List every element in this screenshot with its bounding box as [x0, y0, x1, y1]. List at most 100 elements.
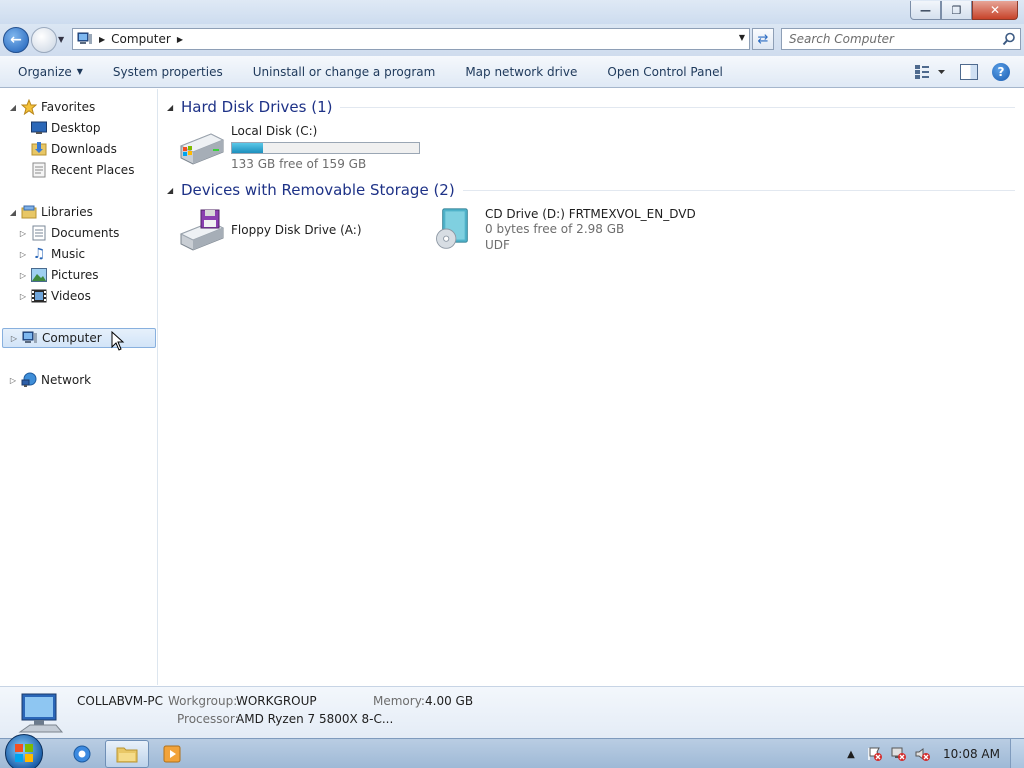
drive-name: CD Drive (D:) FRTMEXVOL_EN_DVD	[485, 207, 696, 221]
help-icon[interactable]: ?	[992, 63, 1010, 81]
address-bar[interactable]: ▶ Computer ▶ ▼	[72, 28, 750, 50]
address-dropdown-icon[interactable]: ▼	[739, 33, 745, 42]
restore-button[interactable]: ❐	[941, 1, 972, 20]
collapsed-arrow-icon[interactable]: ▷	[18, 292, 28, 301]
caption-buttons: — ❐ ✕	[910, 1, 1018, 20]
organize-button[interactable]: Organize ▼	[0, 56, 98, 88]
taskbar-clock[interactable]: 10:08 AM	[935, 747, 1010, 761]
network-status-icon[interactable]	[887, 739, 911, 768]
collapse-group-icon[interactable]: ◢	[167, 103, 181, 112]
organize-label: Organize	[18, 64, 72, 79]
processor-value: AMD Ryzen 7 5800X 8-C...	[236, 712, 394, 726]
workgroup-value: WORKGROUP	[236, 694, 317, 708]
drive-cd-d[interactable]: CD Drive (D:) FRTMEXVOL_EN_DVD 0 bytes f…	[431, 207, 696, 253]
group-header-hard-disk-drives[interactable]: ◢ Hard Disk Drives (1)	[167, 98, 1015, 116]
star-icon	[21, 99, 37, 115]
system-properties-button[interactable]: System properties	[98, 56, 238, 88]
show-desktop-button[interactable]	[1010, 739, 1024, 768]
chevron-up-icon: ▲	[847, 748, 855, 760]
nav-item-videos[interactable]: ▷ Videos	[18, 286, 91, 306]
memory-label: Memory:	[373, 694, 425, 708]
drive-name: Floppy Disk Drive (A:)	[231, 223, 362, 237]
cd-drive-icon	[436, 208, 468, 249]
restore-icon: ❐	[951, 3, 962, 17]
recent-pages-dropdown[interactable]: ▼	[58, 35, 64, 44]
nav-item-downloads[interactable]: Downloads	[28, 139, 117, 159]
downloads-folder-icon	[31, 141, 47, 157]
nav-item-favorites[interactable]: ◢ Favorites	[0, 97, 95, 117]
collapsed-arrow-icon[interactable]: ▷	[8, 376, 18, 385]
action-center-icon[interactable]	[863, 739, 887, 768]
drive-name: Local Disk (C:)	[231, 124, 318, 138]
nav-item-desktop[interactable]: Desktop	[28, 118, 101, 138]
drive-file-system: UDF	[485, 238, 510, 252]
drive-floppy-a[interactable]: Floppy Disk Drive (A:)	[177, 208, 362, 252]
change-view-button[interactable]	[914, 62, 946, 82]
network-icon	[21, 372, 37, 388]
computer-icon	[22, 330, 38, 346]
group-title: Hard Disk Drives (1)	[181, 98, 333, 116]
taskbar-explorer[interactable]	[105, 740, 149, 768]
chevron-down-icon: ▼	[76, 67, 83, 76]
search-icon[interactable]	[1002, 32, 1016, 46]
navigation-pane: ◢ Favorites Desktop Downloads Recent Pla…	[0, 89, 158, 685]
nav-label-favorites: Favorites	[41, 100, 96, 114]
show-hidden-icons-button[interactable]: ▲	[839, 739, 863, 768]
computer-icon	[77, 32, 92, 44]
forward-button[interactable]	[31, 27, 57, 53]
nav-item-documents[interactable]: ▷ Documents	[18, 223, 119, 243]
nav-item-network[interactable]: ▷ Network	[0, 370, 91, 390]
nav-item-libraries[interactable]: ◢ Libraries	[0, 202, 93, 222]
drive-free-space: 133 GB free of 159 GB	[231, 157, 367, 171]
music-icon: ♫	[32, 246, 46, 262]
computer-icon	[18, 693, 64, 733]
drive-local-disk-c[interactable]: Local Disk (C:) 133 GB free of 159 GB	[177, 124, 420, 172]
nav-item-computer[interactable]: ▷ Computer	[2, 328, 156, 348]
open-control-panel-button[interactable]: Open Control Panel	[592, 56, 737, 88]
browser-icon	[73, 745, 91, 763]
collapsed-arrow-icon[interactable]: ▷	[18, 271, 28, 280]
nav-item-pictures[interactable]: ▷ Pictures	[18, 265, 99, 285]
group-header-removable-storage[interactable]: ◢ Devices with Removable Storage (2)	[167, 181, 1015, 199]
desktop-icon	[31, 120, 47, 136]
refresh-button[interactable]: ⇄	[752, 28, 774, 50]
nav-label-network: Network	[41, 373, 92, 387]
back-button[interactable]: ←	[3, 27, 29, 53]
taskbar-media-player[interactable]	[150, 740, 194, 768]
volume-icon[interactable]	[911, 739, 935, 768]
videos-icon	[31, 288, 47, 304]
expand-arrow-icon[interactable]: ◢	[8, 208, 18, 217]
breadcrumb-computer[interactable]: Computer	[111, 32, 171, 46]
collapsed-arrow-icon[interactable]: ▷	[18, 250, 28, 259]
map-network-drive-button[interactable]: Map network drive	[450, 56, 592, 88]
group-title: Devices with Removable Storage (2)	[181, 181, 455, 199]
search-input[interactable]	[782, 29, 992, 49]
nav-label-documents: Documents	[51, 226, 120, 240]
preview-pane-icon[interactable]	[960, 64, 978, 80]
disk-usage-fill	[232, 143, 263, 153]
nav-item-music[interactable]: ▷ ♫ Music	[18, 244, 85, 264]
processor-label: Processor:	[177, 712, 239, 726]
collapse-group-icon[interactable]: ◢	[167, 186, 181, 195]
floppy-drive-icon	[179, 209, 225, 251]
close-button[interactable]: ✕	[972, 1, 1018, 20]
drive-info: CD Drive (D:) FRTMEXVOL_EN_DVD 0 bytes f…	[485, 207, 696, 253]
search-box[interactable]	[781, 28, 1021, 50]
nav-label-computer: Computer	[42, 331, 102, 345]
taskbar-browser[interactable]	[60, 740, 104, 768]
breadcrumb-separator-icon[interactable]: ▶	[99, 35, 105, 44]
collapsed-arrow-icon[interactable]: ▷	[18, 229, 28, 238]
uninstall-program-button[interactable]: Uninstall or change a program	[238, 56, 451, 88]
drive-free-space: 0 bytes free of 2.98 GB	[485, 222, 625, 236]
start-button[interactable]	[5, 734, 43, 768]
drive-info: Local Disk (C:) 133 GB free of 159 GB	[231, 124, 420, 172]
nav-label-music: Music	[51, 247, 86, 261]
collapsed-arrow-icon[interactable]: ▷	[9, 334, 19, 343]
expand-arrow-icon[interactable]: ◢	[8, 103, 18, 112]
nav-item-recent-places[interactable]: Recent Places	[28, 160, 134, 180]
breadcrumb-chevron-icon[interactable]: ▶	[177, 35, 183, 44]
workgroup-label: Workgroup:	[168, 694, 238, 708]
minimize-button[interactable]: —	[910, 1, 941, 20]
group-divider	[462, 189, 1015, 191]
nav-label-downloads: Downloads	[51, 142, 117, 156]
